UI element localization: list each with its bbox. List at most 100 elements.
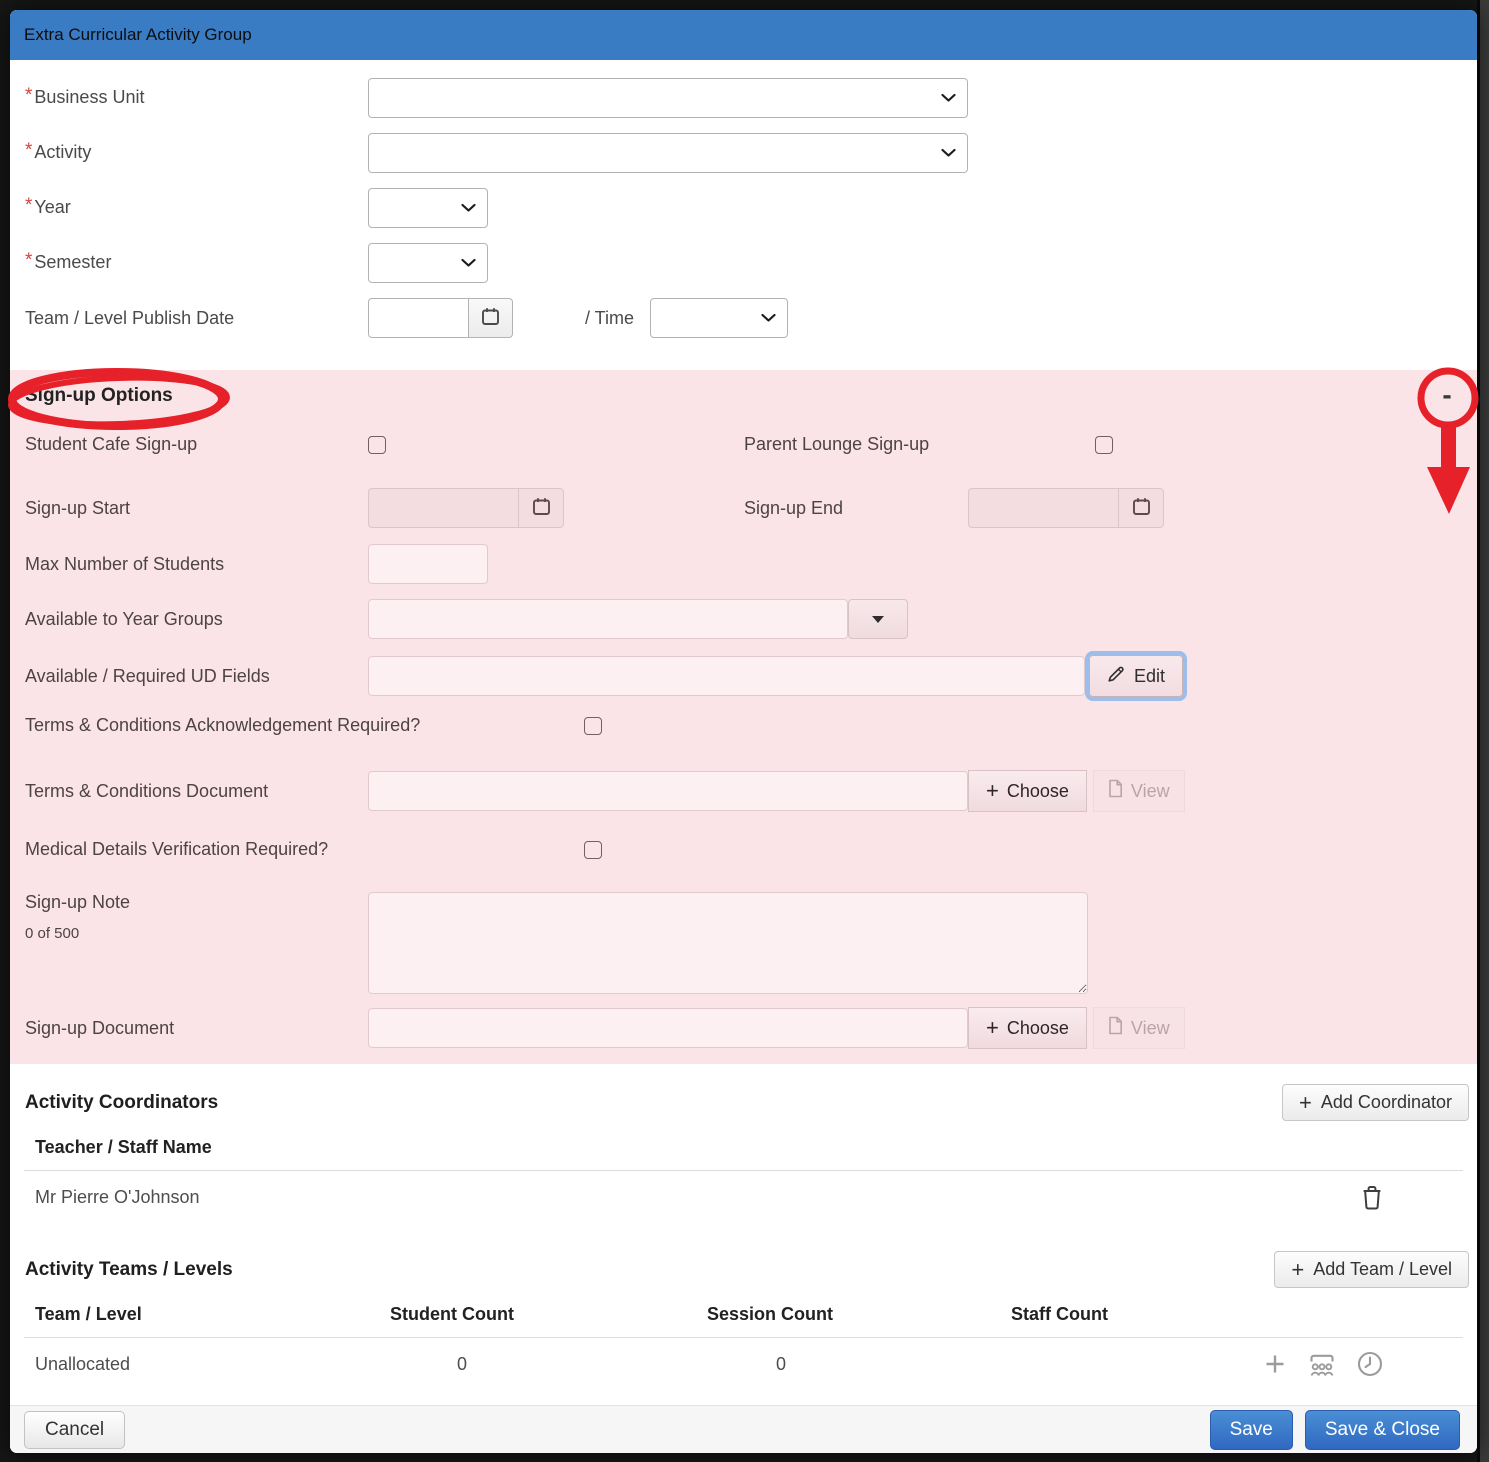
sessions-schedule-button[interactable] xyxy=(1357,1351,1383,1377)
calendar-icon xyxy=(531,496,552,520)
signup-note-row: Sign-up Note 0 of 500 xyxy=(25,892,1477,994)
tc-ack-checkbox[interactable] xyxy=(584,717,602,735)
students-group-icon xyxy=(1307,1365,1337,1380)
year-groups-input[interactable] xyxy=(368,599,848,639)
coordinators-table-header: Teacher / Staff Name xyxy=(24,1121,1463,1171)
business-unit-select[interactable] xyxy=(368,78,968,118)
medical-label: Medical Details Verification Required? xyxy=(25,839,584,860)
plus-icon: + xyxy=(986,780,999,802)
signup-dates-row: Sign-up Start Sign-up End xyxy=(25,488,1477,528)
signup-end-group xyxy=(968,488,1164,528)
chevron-down-icon xyxy=(461,259,476,268)
teams-header-row: Activity Teams / Levels + Add Team / Lev… xyxy=(10,1223,1477,1288)
signup-doc-input[interactable] xyxy=(368,1008,968,1048)
team-row-actions xyxy=(1263,1351,1383,1377)
signup-checkbox-row: Student Cafe Sign-up Parent Lounge Sign-… xyxy=(25,434,1477,455)
manage-students-button[interactable] xyxy=(1307,1351,1337,1377)
delete-coordinator-button[interactable] xyxy=(1361,1184,1383,1210)
publish-date-group xyxy=(368,298,513,338)
tc-ack-row: Terms & Conditions Acknowledgement Requi… xyxy=(25,715,1477,736)
semester-row: *Semester xyxy=(25,243,1477,283)
edit-ud-fields-button[interactable]: Edit xyxy=(1089,655,1183,697)
signup-note-textarea[interactable] xyxy=(368,892,1088,994)
dialog-header: Extra Curricular Activity Group xyxy=(10,10,1477,60)
plus-icon xyxy=(1263,1364,1287,1379)
plus-icon: + xyxy=(1299,1092,1312,1114)
tc-ack-label: Terms & Conditions Acknowledgement Requi… xyxy=(25,715,584,736)
signup-end-input[interactable] xyxy=(968,488,1118,528)
parent-lounge-checkbox[interactable] xyxy=(1095,436,1113,454)
tc-doc-view-button[interactable]: View xyxy=(1093,770,1185,812)
medical-row: Medical Details Verification Required? xyxy=(25,839,1477,860)
publish-date-row: Team / Level Publish Date / Time xyxy=(25,298,1477,338)
save-and-close-button[interactable]: Save & Close xyxy=(1305,1410,1460,1450)
trash-icon xyxy=(1361,1198,1383,1213)
medical-checkbox[interactable] xyxy=(584,841,602,859)
add-team-level-label: Add Team / Level xyxy=(1313,1259,1452,1280)
signup-doc-view-button[interactable]: View xyxy=(1093,1007,1185,1049)
publish-date-input[interactable] xyxy=(368,298,468,338)
add-coordinator-button[interactable]: + Add Coordinator xyxy=(1282,1084,1469,1121)
signup-doc-label: Sign-up Document xyxy=(25,1018,368,1039)
student-cafe-checkbox[interactable] xyxy=(368,436,386,454)
table-row: Mr Pierre O'Johnson xyxy=(24,1171,1463,1223)
required-asterisk: * xyxy=(25,140,32,161)
signup-end-field: Sign-up End xyxy=(744,488,1164,528)
publish-time-select[interactable] xyxy=(650,298,788,338)
chevron-down-icon xyxy=(761,314,776,323)
signup-note-counter: 0 of 500 xyxy=(25,925,368,942)
student-count-cell: 0 xyxy=(390,1354,707,1375)
signup-doc-choose-button[interactable]: + Choose xyxy=(968,1007,1087,1049)
table-row: Unallocated 0 0 xyxy=(24,1338,1463,1390)
parent-lounge-field: Parent Lounge Sign-up xyxy=(744,434,1113,455)
document-icon xyxy=(1108,779,1123,803)
view-button-label: View xyxy=(1131,781,1170,802)
max-students-input[interactable] xyxy=(368,544,488,584)
year-row: *Year xyxy=(25,188,1477,228)
cancel-button[interactable]: Cancel xyxy=(24,1411,125,1449)
required-asterisk: * xyxy=(25,250,32,271)
student-cafe-label: Student Cafe Sign-up xyxy=(25,434,368,455)
teams-table-header: Team / Level Student Count Session Count… xyxy=(24,1288,1463,1338)
year-select[interactable] xyxy=(368,188,488,228)
view-button-label: View xyxy=(1131,1018,1170,1039)
activity-select[interactable] xyxy=(368,133,968,173)
ud-fields-input[interactable] xyxy=(368,656,1085,696)
add-team-level-button[interactable]: + Add Team / Level xyxy=(1274,1251,1469,1288)
collapse-section-button[interactable]: - xyxy=(1438,380,1456,410)
dialog-title: Extra Curricular Activity Group xyxy=(24,25,252,45)
plus-icon: + xyxy=(1291,1259,1304,1281)
calendar-icon xyxy=(480,306,501,330)
staff-count-header: Staff Count xyxy=(1011,1304,1211,1325)
tc-doc-row: Terms & Conditions Document + Choose Vie… xyxy=(25,770,1477,812)
chevron-down-icon xyxy=(941,94,956,103)
signup-start-field: Sign-up Start xyxy=(25,488,744,528)
signup-start-input[interactable] xyxy=(368,488,518,528)
tc-doc-choose-button[interactable]: + Choose xyxy=(968,770,1087,812)
caret-down-icon xyxy=(872,616,884,623)
signup-options-section: Sign-up Options - Student Cafe Sign-up P… xyxy=(10,370,1477,1064)
session-count-header: Session Count xyxy=(707,1304,1011,1325)
year-label: *Year xyxy=(25,197,368,219)
signup-note-label-block: Sign-up Note 0 of 500 xyxy=(25,892,368,942)
max-students-row: Max Number of Students xyxy=(25,544,1477,584)
signup-start-calendar-button[interactable] xyxy=(518,488,564,528)
save-button[interactable]: Save xyxy=(1210,1410,1293,1450)
year-groups-dropdown-button[interactable] xyxy=(848,599,908,639)
add-coordinator-label: Add Coordinator xyxy=(1321,1092,1452,1113)
pencil-icon xyxy=(1107,665,1125,688)
extra-curricular-activity-group-dialog: Extra Curricular Activity Group *Busines… xyxy=(10,10,1477,1453)
dialog-footer: Cancel Save Save & Close xyxy=(10,1405,1477,1453)
add-session-button[interactable] xyxy=(1263,1352,1287,1376)
page-backdrop-strip xyxy=(1477,0,1489,1462)
tc-doc-input[interactable] xyxy=(368,771,968,811)
coordinators-heading: Activity Coordinators xyxy=(25,1092,218,1114)
signup-doc-row: Sign-up Document + Choose View xyxy=(25,1007,1477,1049)
chevron-down-icon xyxy=(461,204,476,213)
semester-select[interactable] xyxy=(368,243,488,283)
business-unit-label: *Business Unit xyxy=(25,87,368,109)
publish-date-calendar-button[interactable] xyxy=(468,298,513,338)
signup-end-calendar-button[interactable] xyxy=(1118,488,1164,528)
document-icon xyxy=(1108,1016,1123,1040)
parent-lounge-label: Parent Lounge Sign-up xyxy=(744,434,1095,455)
